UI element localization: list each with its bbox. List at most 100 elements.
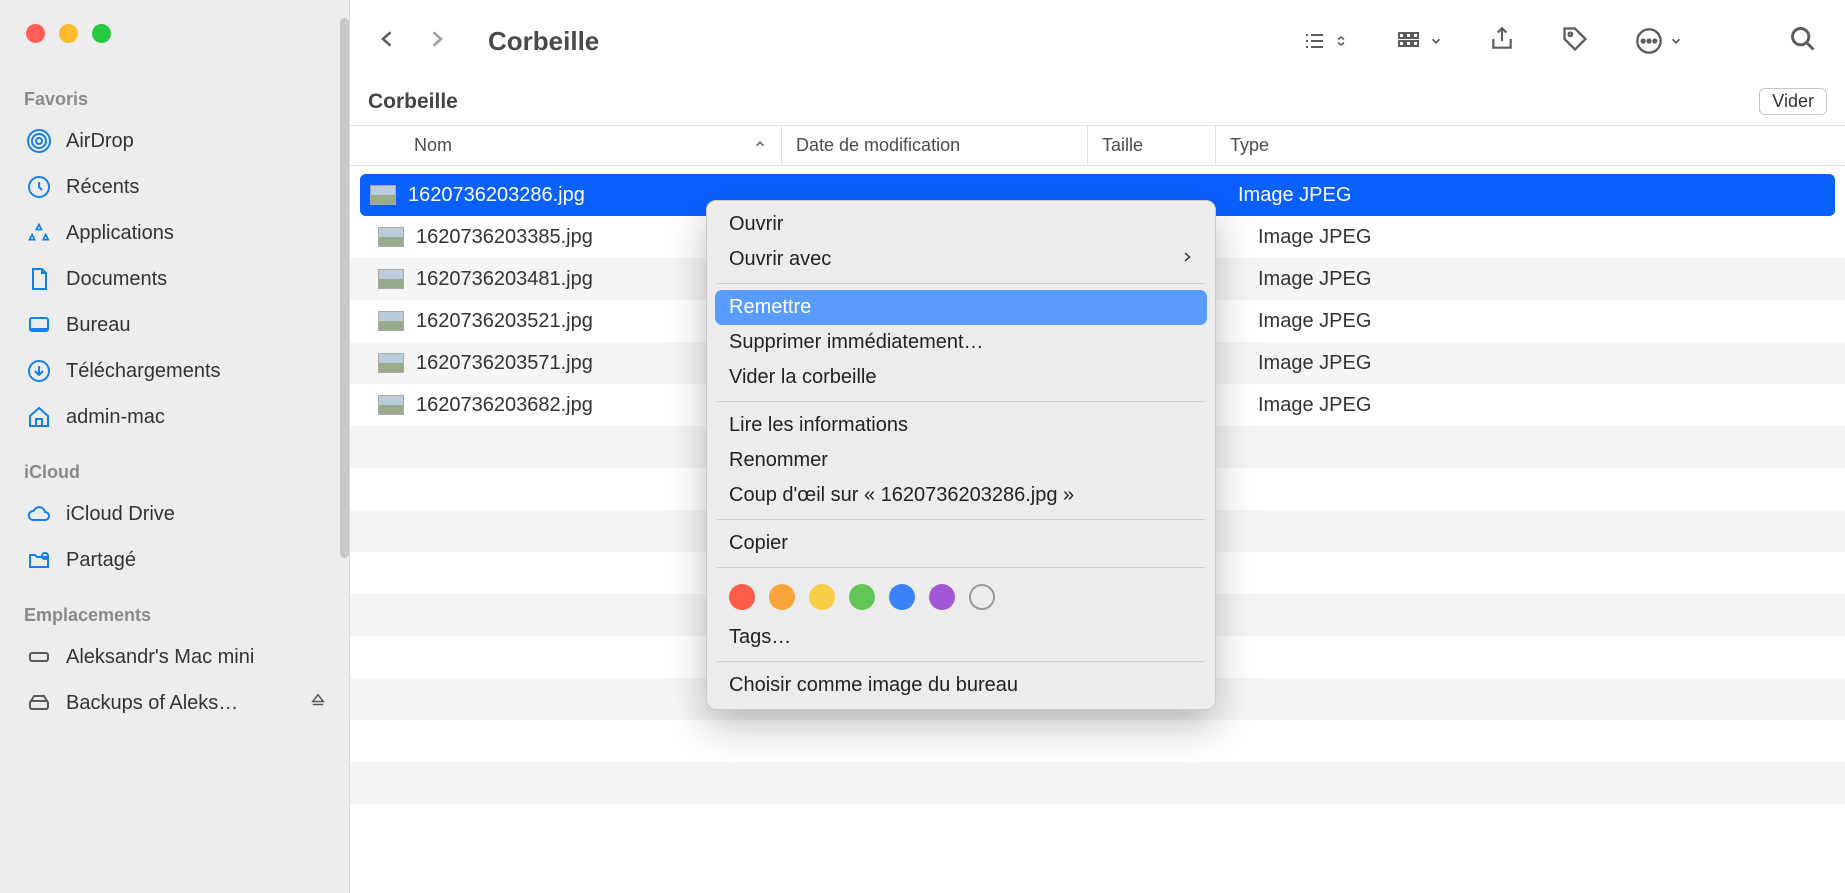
column-header-label: Type bbox=[1230, 135, 1269, 156]
subheader: Corbeille Vider bbox=[350, 82, 1845, 126]
file-thumbnail-icon bbox=[378, 311, 404, 331]
tag-color-dot[interactable] bbox=[809, 584, 835, 610]
document-icon bbox=[26, 266, 52, 292]
context-menu-item[interactable]: Vider la corbeille bbox=[707, 360, 1215, 395]
context-menu-item[interactable]: Choisir comme image du bureau bbox=[707, 668, 1215, 703]
eject-icon[interactable] bbox=[309, 691, 327, 715]
clock-icon bbox=[26, 174, 52, 200]
file-type: Image JPEG bbox=[1250, 352, 1831, 375]
context-menu-item-label: Choisir comme image du bureau bbox=[729, 674, 1018, 697]
sidebar-item-home[interactable]: admin-mac bbox=[0, 394, 349, 440]
file-thumbnail-icon bbox=[378, 269, 404, 289]
tag-color-dot[interactable] bbox=[929, 584, 955, 610]
context-menu-item-label: Copier bbox=[729, 532, 788, 555]
sidebar-item-label: Aleksandr's Mac mini bbox=[66, 646, 254, 669]
file-thumbnail-icon bbox=[378, 395, 404, 415]
file-type: Image JPEG bbox=[1250, 226, 1831, 249]
disk-icon bbox=[26, 690, 52, 716]
context-menu-item[interactable]: Tags… bbox=[707, 620, 1215, 655]
empty-row bbox=[350, 720, 1845, 762]
sidebar-item-location-1[interactable]: Backups of Aleks… bbox=[0, 680, 349, 726]
shared-folder-icon bbox=[26, 547, 52, 573]
downloads-icon bbox=[26, 358, 52, 384]
tags-button[interactable] bbox=[1561, 25, 1589, 58]
tag-none-dot[interactable] bbox=[969, 584, 995, 610]
sidebar-item-airdrop[interactable]: AirDrop bbox=[0, 118, 349, 164]
context-menu-item[interactable]: Supprimer immédiatement… bbox=[707, 325, 1215, 360]
close-window-button[interactable] bbox=[26, 24, 45, 43]
sidebar-item-label: Applications bbox=[66, 222, 174, 245]
context-menu-item[interactable]: Ouvrir bbox=[707, 207, 1215, 242]
context-menu: Ouvrir Ouvrir avec RemettreSupprimer imméd… bbox=[706, 200, 1216, 710]
sidebar-scrollbar[interactable] bbox=[340, 18, 349, 558]
sidebar-item-recents[interactable]: Récents bbox=[0, 164, 349, 210]
empty-row bbox=[350, 762, 1845, 804]
context-menu-separator bbox=[717, 519, 1205, 520]
context-menu-item[interactable]: Remettre bbox=[715, 290, 1207, 325]
sidebar-section-locations: Emplacements bbox=[0, 583, 349, 634]
context-menu-separator bbox=[717, 283, 1205, 284]
file-thumbnail-icon bbox=[378, 227, 404, 247]
window-title: Corbeille bbox=[488, 26, 1281, 57]
sort-ascending-icon bbox=[753, 135, 767, 156]
back-button[interactable] bbox=[378, 26, 398, 57]
context-menu-item-label: Ouvrir bbox=[729, 213, 783, 236]
context-menu-item-label: Coup d'œil sur « 1620736203286.jpg » bbox=[729, 484, 1074, 507]
column-headers: Nom Date de modification Taille Type bbox=[350, 126, 1845, 166]
column-header-name[interactable]: Nom bbox=[350, 126, 782, 165]
context-menu-tags-row bbox=[707, 574, 1215, 620]
context-menu-item[interactable]: Coup d'œil sur « 1620736203286.jpg » bbox=[707, 478, 1215, 513]
file-type: Image JPEG bbox=[1250, 310, 1831, 333]
fullscreen-window-button[interactable] bbox=[92, 24, 111, 43]
sidebar-item-desktop[interactable]: Bureau bbox=[0, 302, 349, 348]
tag-color-dot[interactable] bbox=[849, 584, 875, 610]
file-thumbnail-icon bbox=[370, 185, 396, 205]
tag-color-dot[interactable] bbox=[769, 584, 795, 610]
empty-row bbox=[350, 804, 1845, 846]
cloud-icon bbox=[26, 501, 52, 527]
group-by-button[interactable] bbox=[1393, 29, 1443, 53]
context-menu-separator bbox=[717, 401, 1205, 402]
tag-color-dot[interactable] bbox=[729, 584, 755, 610]
sidebar-item-label: Téléchargements bbox=[66, 360, 221, 383]
subheader-title: Corbeille bbox=[368, 90, 1759, 114]
tag-color-dot[interactable] bbox=[889, 584, 915, 610]
context-menu-separator bbox=[717, 661, 1205, 662]
context-menu-item[interactable]: Copier bbox=[707, 526, 1215, 561]
toolbar: Corbeille bbox=[350, 0, 1845, 82]
sidebar: Favoris AirDrop Récents Applications Doc… bbox=[0, 0, 350, 893]
column-header-label: Nom bbox=[414, 135, 452, 156]
context-menu-item[interactable]: Ouvrir avec bbox=[707, 242, 1215, 277]
sidebar-item-shared[interactable]: Partagé bbox=[0, 537, 349, 583]
sidebar-item-label: Documents bbox=[66, 268, 167, 291]
window-controls bbox=[0, 0, 349, 43]
view-mode-list-button[interactable] bbox=[1299, 29, 1347, 53]
empty-trash-button[interactable]: Vider bbox=[1759, 88, 1827, 115]
search-button[interactable] bbox=[1789, 25, 1817, 58]
context-menu-item[interactable]: Renommer bbox=[707, 443, 1215, 478]
context-menu-item-label: Ouvrir avec bbox=[729, 248, 831, 271]
home-icon bbox=[26, 404, 52, 430]
desktop-icon bbox=[26, 312, 52, 338]
file-type: Image JPEG bbox=[1230, 184, 1831, 207]
sidebar-item-icloud-drive[interactable]: iCloud Drive bbox=[0, 491, 349, 537]
column-header-type[interactable]: Type bbox=[1216, 126, 1845, 165]
column-header-size[interactable]: Taille bbox=[1088, 126, 1216, 165]
column-header-date[interactable]: Date de modification bbox=[782, 126, 1088, 165]
sidebar-item-label: admin-mac bbox=[66, 406, 165, 429]
minimize-window-button[interactable] bbox=[59, 24, 78, 43]
sidebar-item-documents[interactable]: Documents bbox=[0, 256, 349, 302]
file-type: Image JPEG bbox=[1250, 268, 1831, 291]
computer-icon bbox=[26, 644, 52, 670]
sidebar-item-label: Partagé bbox=[66, 549, 136, 572]
share-button[interactable] bbox=[1489, 25, 1515, 58]
sidebar-item-downloads[interactable]: Téléchargements bbox=[0, 348, 349, 394]
sidebar-item-label: AirDrop bbox=[66, 130, 134, 153]
more-actions-button[interactable] bbox=[1635, 27, 1683, 55]
forward-button[interactable] bbox=[426, 26, 446, 57]
context-menu-item[interactable]: Lire les informations bbox=[707, 408, 1215, 443]
sidebar-item-location-0[interactable]: Aleksandr's Mac mini bbox=[0, 634, 349, 680]
context-menu-item-label: Vider la corbeille bbox=[729, 366, 877, 389]
submenu-arrow-icon bbox=[1181, 248, 1193, 271]
sidebar-item-applications[interactable]: Applications bbox=[0, 210, 349, 256]
